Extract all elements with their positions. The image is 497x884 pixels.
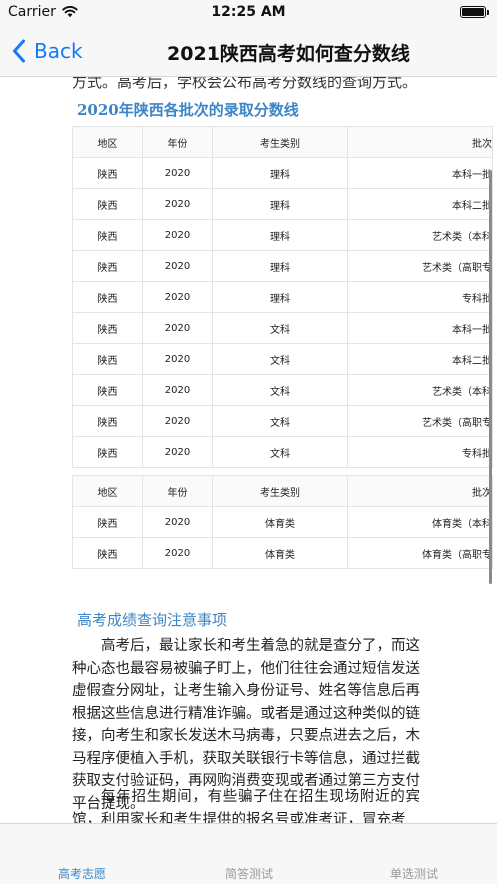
table-cell: 本科一批 <box>347 157 493 189</box>
table-header-cell: 年份 <box>142 126 213 158</box>
table-cell: 文科 <box>212 436 348 468</box>
paragraph-2: 每年招生期间，有些骗子住在招生现场附近的宾馆，利用家长和考生提供的报名号或准考证… <box>72 789 420 823</box>
table-row: 陕西 2020 体育类 体育类（高职专 <box>72 537 493 569</box>
table-row: 陕西 2020 理科 艺术类（本科 <box>72 219 493 251</box>
table-cell: 艺术类（本科 <box>347 374 493 406</box>
tab-jianda-test[interactable]: 简答测试 <box>189 865 309 882</box>
table-cell: 艺术类（高职专 <box>347 405 493 437</box>
table-cell: 2020 <box>142 405 213 437</box>
table-cell: 陕西 <box>72 188 143 220</box>
table-row: 陕西 2020 文科 专科批 <box>72 436 493 468</box>
table-cell: 文科 <box>212 405 348 437</box>
table-cell: 理科 <box>212 188 348 220</box>
table-cell: 本科二批 <box>347 343 493 375</box>
table-header-row: 地区 年份 考生类别 批次 <box>72 475 493 507</box>
table-cell: 陕西 <box>72 157 143 189</box>
table-row: 陕西 2020 理科 本科一批 <box>72 157 493 189</box>
table-row: 陕西 2020 理科 专科批 <box>72 281 493 313</box>
table-cell: 理科 <box>212 219 348 251</box>
table-cell: 2020 <box>142 250 213 282</box>
table-row: 陕西 2020 体育类 体育类（本科 <box>72 506 493 538</box>
scroll-indicator[interactable] <box>489 170 492 584</box>
table-cell: 2020 <box>142 506 213 538</box>
status-bar: Carrier 12:25 AM <box>0 0 497 26</box>
tab-danxuan-test[interactable]: 单选测试 <box>354 865 474 882</box>
table-cell: 体育类 <box>212 537 348 569</box>
table-cell: 文科 <box>212 374 348 406</box>
table-cell: 文科 <box>212 312 348 344</box>
chevron-left-icon <box>13 39 25 63</box>
table-cell: 理科 <box>212 281 348 313</box>
table-cell: 陕西 <box>72 250 143 282</box>
table-cell: 2020 <box>142 343 213 375</box>
section-title-scores: 2020年陕西各批次的录取分数线 <box>77 101 299 119</box>
table-cell: 专科批 <box>347 281 493 313</box>
table-row: 陕西 2020 理科 艺术类（高职专 <box>72 250 493 282</box>
table-cell: 2020 <box>142 312 213 344</box>
table-row: 陕西 2020 文科 艺术类（本科 <box>72 374 493 406</box>
table-cell: 陕西 <box>72 405 143 437</box>
page-title: 2021陕西高考如何查分数线 <box>167 43 410 65</box>
table-cell: 理科 <box>212 250 348 282</box>
table-cell: 艺术类（本科 <box>347 219 493 251</box>
table-cell: 2020 <box>142 374 213 406</box>
table-cell: 本科二批 <box>347 188 493 220</box>
table-cell: 理科 <box>212 157 348 189</box>
table-cell: 陕西 <box>72 219 143 251</box>
table-row: 陕西 2020 文科 本科一批 <box>72 312 493 344</box>
table-cell: 陕西 <box>72 506 143 538</box>
scores-table-2: 地区 年份 考生类别 批次 陕西 2020 体育类 体育类（本科 陕西 2020 体育类 体育类（高职… <box>72 475 493 569</box>
table-header-cell: 年份 <box>142 475 213 507</box>
table-cell: 体育类（高职专 <box>347 537 493 569</box>
article-content[interactable]: 方式。高考后，学校会公布高考分数线的查询方式。 2020年陕西各批次的录取分数线… <box>0 77 497 823</box>
table-cell: 2020 <box>142 157 213 189</box>
table-cell: 陕西 <box>72 537 143 569</box>
back-button[interactable]: Back <box>12 38 83 64</box>
tab-bar: 高考志愿 简答测试 单选测试 <box>0 823 497 884</box>
table-row: 陕西 2020 文科 本科二批 <box>72 343 493 375</box>
table-cell: 陕西 <box>72 281 143 313</box>
table-cell: 陕西 <box>72 374 143 406</box>
table-header-cell: 地区 <box>72 126 143 158</box>
table-header-cell: 批次 <box>347 126 493 158</box>
table-header-row: 地区 年份 考生类别 批次 <box>72 126 493 158</box>
table-cell: 体育类 <box>212 506 348 538</box>
table-header-cell: 批次 <box>347 475 493 507</box>
table-cell: 2020 <box>142 436 213 468</box>
table-row: 陕西 2020 理科 本科二批 <box>72 188 493 220</box>
table-header-cell: 考生类别 <box>212 126 348 158</box>
table-cell: 2020 <box>142 281 213 313</box>
table-cell: 2020 <box>142 537 213 569</box>
tab-gaokao-zhiyuan[interactable]: 高考志愿 <box>22 865 142 882</box>
table-cell: 专科批 <box>347 436 493 468</box>
table-cell: 文科 <box>212 343 348 375</box>
clipped-text-line: 方式。高考后，学校会公布高考分数线的查询方式。 <box>72 77 418 91</box>
back-label: Back <box>34 39 83 63</box>
table-cell: 2020 <box>142 188 213 220</box>
table-header-cell: 考生类别 <box>212 475 348 507</box>
section-title-notes: 高考成绩查询注意事项 <box>77 611 228 629</box>
table-cell: 本科一批 <box>347 312 493 344</box>
table-row: 陕西 2020 文科 艺术类（高职专 <box>72 405 493 437</box>
table-header-cell: 地区 <box>72 475 143 507</box>
table-cell: 陕西 <box>72 312 143 344</box>
table-cell: 陕西 <box>72 343 143 375</box>
navigation-bar: Back 2021陕西高考如何查分数线 <box>0 26 497 77</box>
table-cell: 2020 <box>142 219 213 251</box>
table-cell: 艺术类（高职专 <box>347 250 493 282</box>
table-cell: 体育类（本科 <box>347 506 493 538</box>
battery-icon <box>460 6 489 18</box>
scores-table-1: 地区 年份 考生类别 批次 陕西 2020 理科 本科一批 陕西 2020 理科 本科二批 陕西 2020… <box>72 126 493 468</box>
table-cell: 陕西 <box>72 436 143 468</box>
clock: 12:25 AM <box>211 4 286 20</box>
